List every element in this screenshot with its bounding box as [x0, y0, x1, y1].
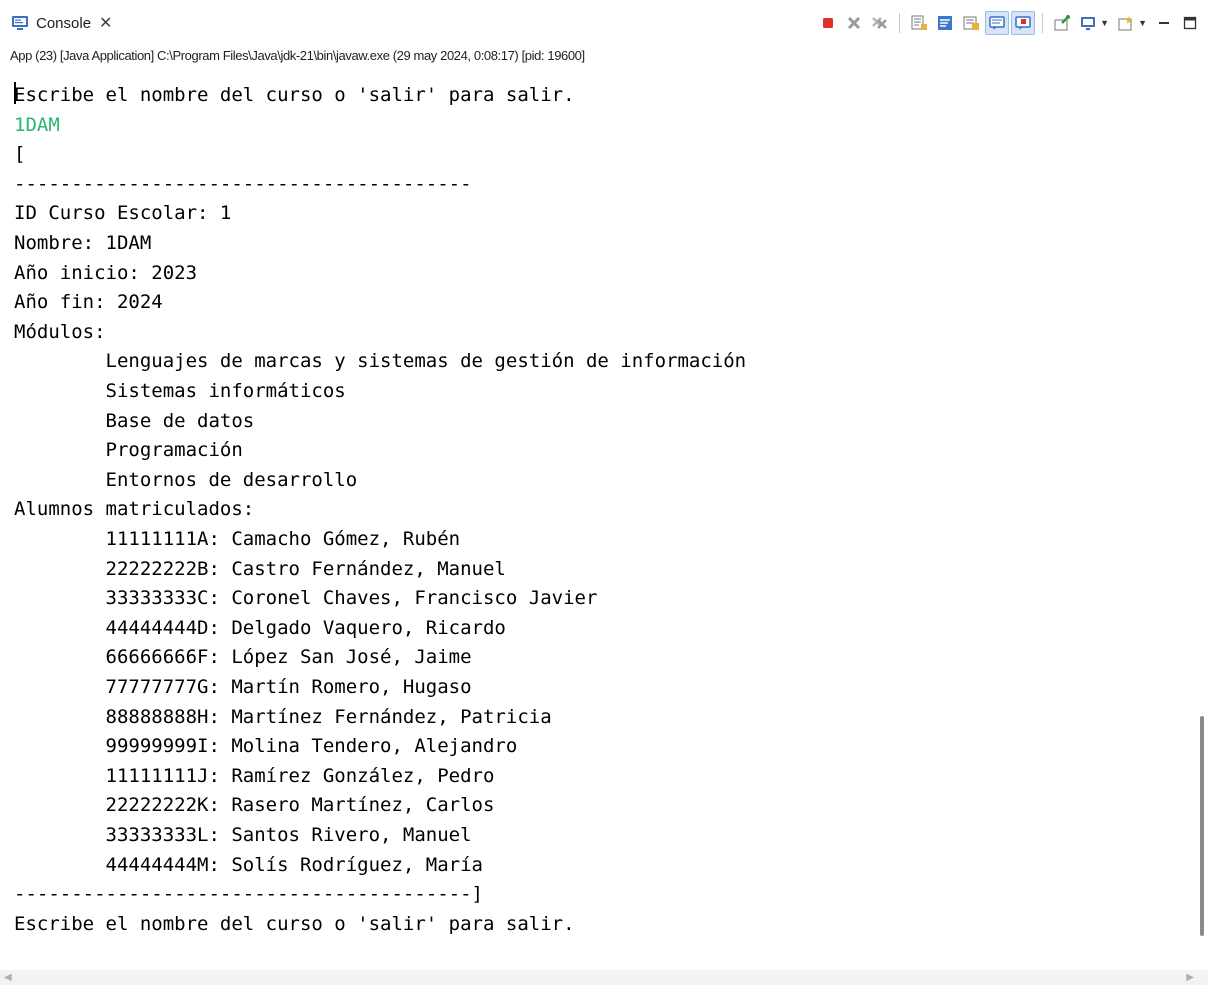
console-line: [ [14, 143, 26, 166]
close-icon[interactable]: ✕ [99, 13, 112, 33]
console-icon [12, 16, 28, 30]
console-line: ID Curso Escolar: 1 [14, 202, 232, 225]
console-output[interactable]: Escribe el nombre del curso o 'salir' pa… [0, 66, 1196, 970]
scroll-left-icon[interactable]: ◀ [4, 972, 12, 983]
vertical-scrollbar[interactable] [1198, 66, 1208, 970]
console-line: 11111111J: Ramírez González, Pedro [14, 764, 495, 787]
scrollbar-thumb[interactable] [1200, 716, 1204, 936]
console-line: 77777777G: Martín Romero, Hugaso [14, 676, 472, 698]
terminate-icon[interactable] [816, 11, 840, 35]
console-line: 33333333C: Coronel Chaves, Francisco Jav… [14, 587, 598, 610]
tab-console-label: Console [36, 14, 92, 32]
console-line: ----------------------------------------… [14, 883, 483, 906]
console-line: 88888888H: Martínez Fernández, Patricia [14, 705, 552, 728]
console-line: Alumnos matriculados: [14, 498, 255, 521]
minimize-icon[interactable] [1152, 11, 1176, 35]
console-line: Año fin: 2024 [14, 291, 163, 314]
remove-all-terminated-icon[interactable] [868, 11, 892, 35]
console-line: 44444444D: Delgado Vaquero, Ricardo [14, 616, 506, 639]
console-line: Escribe el nombre del curso o 'salir' pa… [14, 912, 575, 935]
console-line: 44444444M: Solís Rodríguez, María [14, 853, 484, 876]
console-line: Módulos: [14, 320, 106, 343]
console-line: 11111111A: Camacho Gómez, Rubén [14, 528, 461, 550]
console-line: Programación [14, 439, 243, 462]
process-description: App (23) [Java Application] C:\Program F… [10, 48, 585, 63]
show-on-output-icon[interactable] [959, 11, 983, 35]
console-line: Lenguajes de marcas y sistemas de gestió… [14, 350, 747, 373]
console-line: Base de datos [14, 409, 255, 432]
console-line: ---------------------------------------- [14, 172, 472, 195]
show-on-stderr-icon[interactable] [1011, 11, 1036, 35]
show-on-stdout-icon[interactable] [985, 11, 1010, 35]
console-line: Año inicio: 2023 [14, 261, 198, 284]
tab-console[interactable]: Console ✕ [0, 8, 118, 38]
word-wrap-icon[interactable] [933, 11, 957, 35]
scroll-lock-icon[interactable] [907, 11, 931, 35]
console-line: 22222222B: Castro Fernández, Manuel [14, 557, 506, 580]
pin-console-icon[interactable] [1050, 11, 1074, 35]
remove-launch-icon[interactable] [842, 11, 866, 35]
console-line: Sistemas informáticos [14, 380, 346, 402]
horizontal-scrollbar[interactable]: ◀ ▶ [0, 970, 1208, 985]
console-user-input: 1DAM [14, 113, 60, 136]
console-line: Entornos de desarrollo [14, 468, 358, 491]
toolbar-separator [1042, 13, 1044, 33]
chevron-down-icon[interactable]: ▼ [1100, 18, 1109, 28]
console-line: 66666666F: López San José, Jaime [14, 646, 472, 669]
display-console-icon[interactable] [1076, 11, 1100, 35]
console-line: 99999999I: Molina Tendero, Alejandro [14, 735, 518, 758]
maximize-icon[interactable] [1178, 11, 1202, 35]
text-cursor [14, 82, 16, 104]
console-line: 22222222K: Rasero Martínez, Carlos [14, 794, 495, 817]
toolbar-separator [899, 13, 901, 33]
chevron-down-icon[interactable]: ▼ [1138, 18, 1147, 28]
console-toolbar: ▼ ▼ [816, 10, 1202, 36]
open-console-icon[interactable] [1114, 11, 1138, 35]
console-tab-bar: Console ✕ ▼ ▼ [0, 0, 1208, 48]
console-line: 33333333L: Santos Rivero, Manuel [14, 824, 472, 846]
scroll-right-icon[interactable]: ▶ [1186, 972, 1194, 983]
console-line: Nombre: 1DAM [14, 232, 152, 254]
console-line: Escribe el nombre del curso o 'salir' pa… [14, 84, 575, 106]
